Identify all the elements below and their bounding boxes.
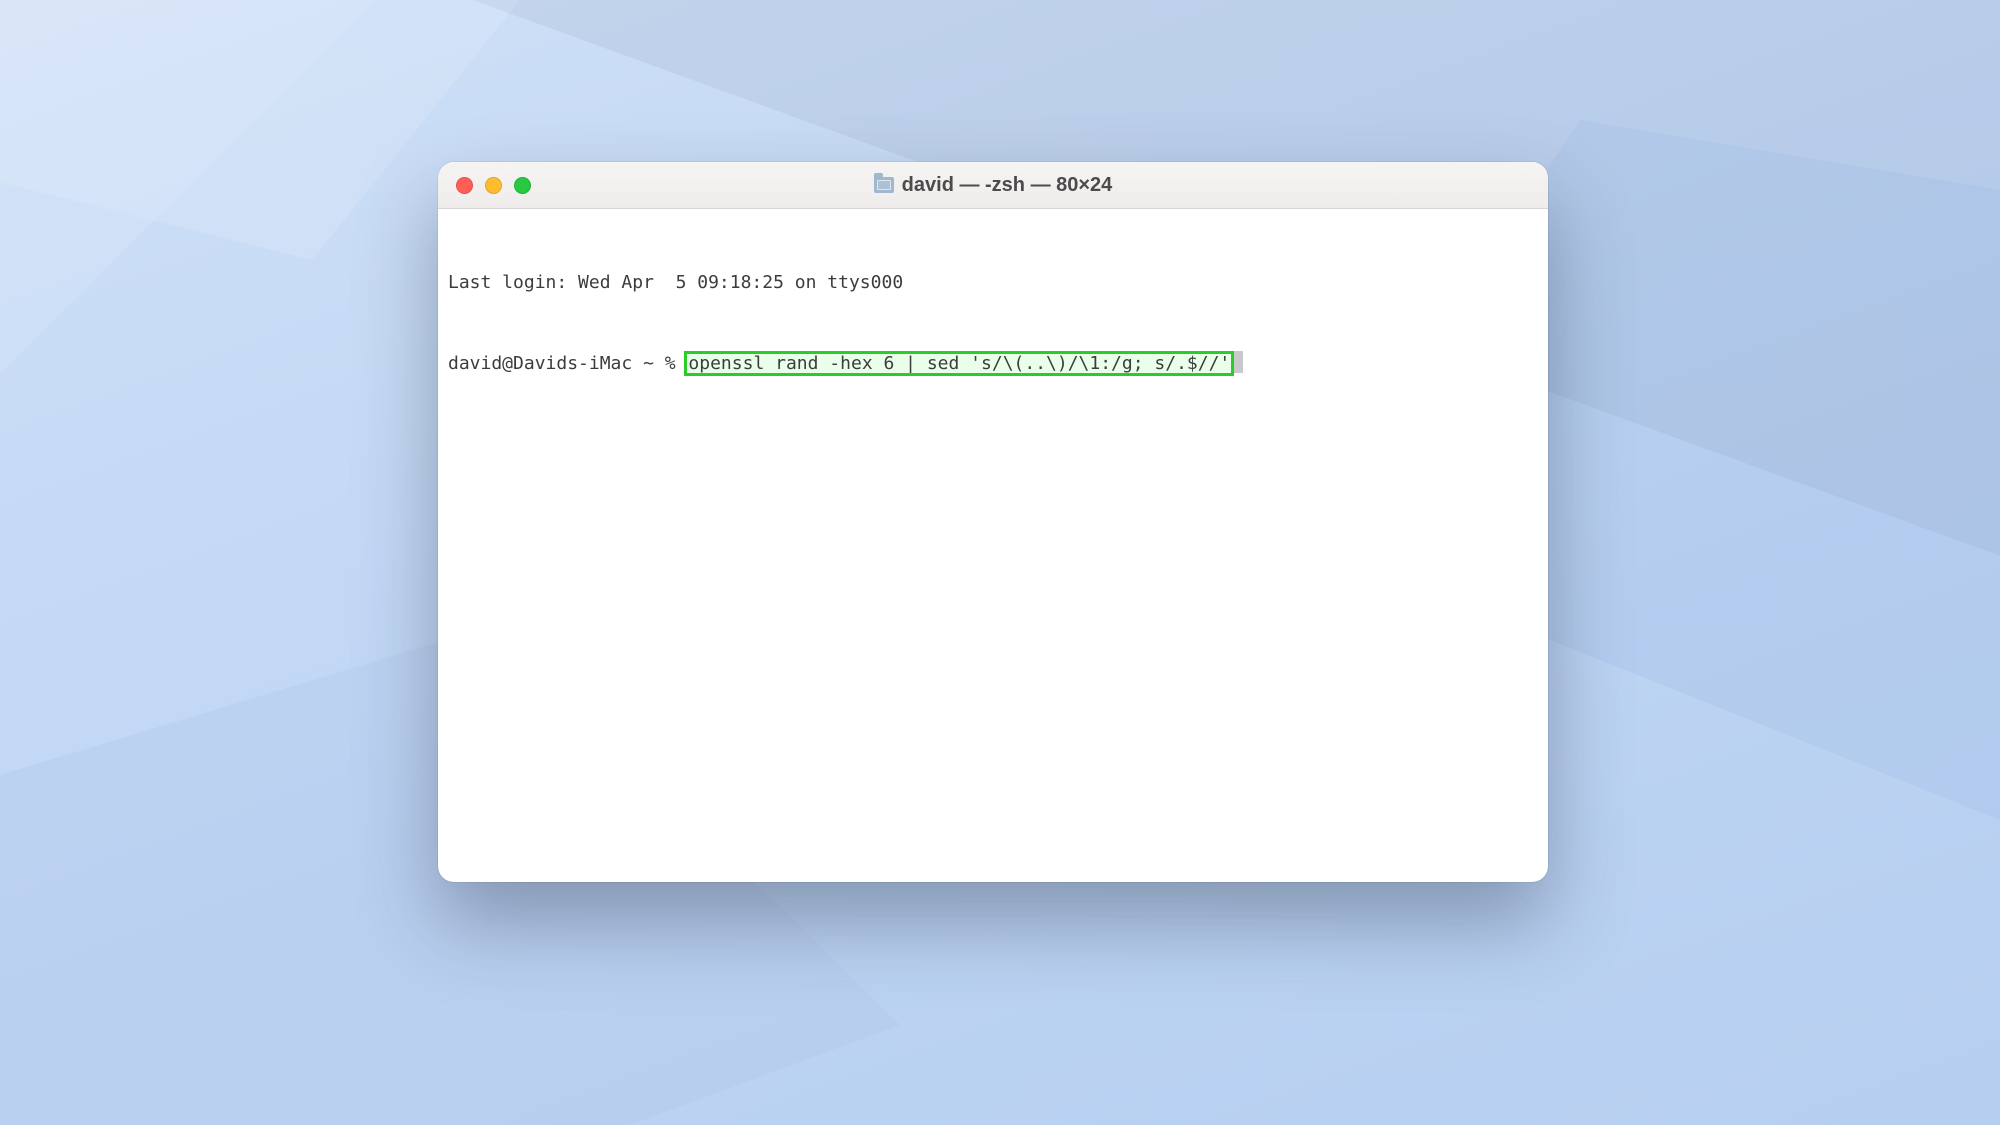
zoom-button[interactable] — [514, 177, 531, 194]
shell-prompt: david@Davids-iMac ~ % — [448, 353, 686, 374]
window-title: david — -zsh — 80×24 — [438, 174, 1548, 197]
close-button[interactable] — [456, 177, 473, 194]
folder-icon — [874, 177, 894, 193]
last-login-line: Last login: Wed Apr 5 09:18:25 on ttys00… — [448, 269, 1538, 296]
minimize-button[interactable] — [485, 177, 502, 194]
window-title-text: david — -zsh — 80×24 — [902, 174, 1113, 197]
terminal-window[interactable]: david — -zsh — 80×24 Last login: Wed Apr… — [438, 162, 1548, 882]
command-text: openssl rand -hex 6 | sed 's/\(..\)/\1:/… — [688, 353, 1230, 374]
window-titlebar[interactable]: david — -zsh — 80×24 — [438, 162, 1548, 209]
text-cursor — [1233, 351, 1243, 373]
command-highlight: openssl rand -hex 6 | sed 's/\(..\)/\1:/… — [686, 353, 1232, 374]
window-controls — [456, 177, 531, 194]
terminal-body[interactable]: Last login: Wed Apr 5 09:18:25 on ttys00… — [438, 209, 1548, 441]
prompt-line: david@Davids-iMac ~ % openssl rand -hex … — [448, 350, 1538, 377]
desktop-background: david — -zsh — 80×24 Last login: Wed Apr… — [0, 0, 2000, 1125]
